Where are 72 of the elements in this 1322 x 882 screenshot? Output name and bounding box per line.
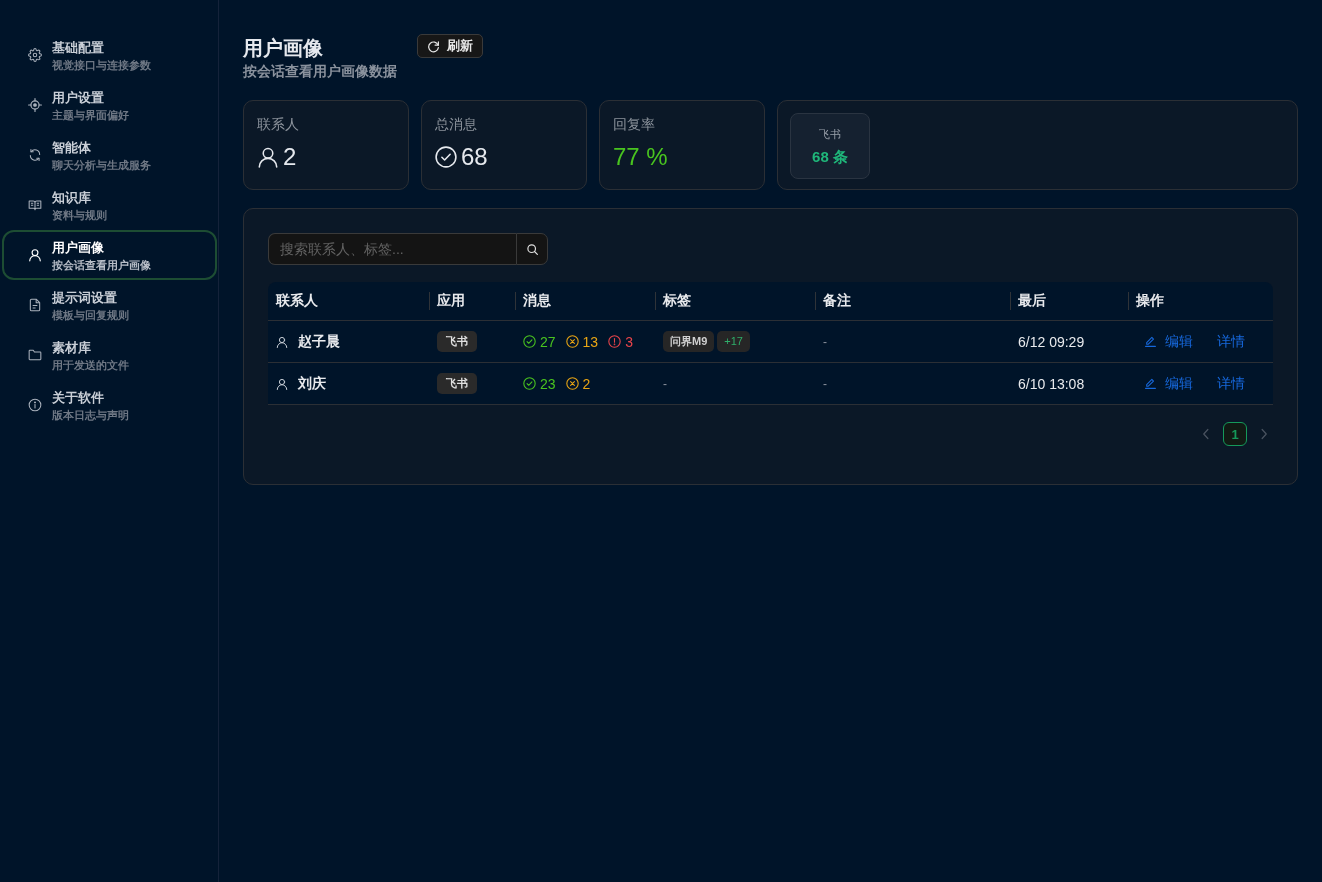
page-title: 用户画像 [243,36,324,61]
sidebar-item[interactable]: 用户画像 按会话查看用户画像 [2,230,217,280]
stat-label: 总消息 [435,115,477,133]
sidebar-item[interactable]: 素材库 用于发送的文件 [2,330,217,380]
note-text: - [823,376,827,391]
person-icon [28,248,42,262]
chevron-left-icon [1202,428,1210,440]
message-count: 3 [625,333,633,350]
refresh-icon [427,39,440,53]
stat-label: 联系人 [257,115,299,133]
column-header: 消息 [523,292,551,310]
chevron-right-icon [1260,428,1268,440]
page-button[interactable]: 1 [1223,422,1247,446]
last-time: 6/12 09:29 [1018,333,1085,350]
contact-name: 刘庆 [298,374,326,393]
search-icon [525,242,539,256]
gear-icon [28,48,42,62]
stat-label: 回复率 [613,115,655,133]
column-header: 标签 [663,292,691,310]
page-subtitle: 按会话查看用户画像数据 [243,62,397,80]
check-circle-icon [523,335,536,348]
column-header: 应用 [437,292,465,310]
sidebar-item[interactable]: 用户设置 主题与界面偏好 [2,80,217,130]
search-field[interactable]: 搜索联系人、标签... [268,233,516,265]
details-link[interactable]: 详情 [1217,374,1245,393]
person-icon [276,335,288,348]
crosshair-icon [28,98,42,112]
column-header: 最后 [1018,292,1046,310]
note-text: - [823,334,827,349]
empty-tags-text: - [663,376,667,391]
message-count: 2 [582,375,591,392]
refresh-button[interactable]: 刷新 [417,34,483,58]
x-circle-icon [565,335,579,348]
pencil-icon [1144,335,1157,348]
app-badge: 飞书 [437,373,477,394]
message-count: 27 [540,333,556,350]
message-count: 23 [540,375,556,392]
stat-value: 77 % [613,142,668,172]
person-icon [276,377,288,390]
edit-link[interactable]: 编辑 [1144,374,1193,393]
sync-icon [28,148,42,162]
x-circle-icon [565,377,579,390]
sidebar-item[interactable]: 关于软件 版本日志与声明 [2,380,217,430]
contact-name: 赵子晨 [298,332,340,351]
pencil-icon [1144,377,1157,390]
search-button[interactable] [516,233,548,265]
sidebar-item[interactable]: 提示词设置 模板与回复规则 [2,280,217,330]
stat-value: 2 [283,142,297,172]
app-badge: 飞书 [437,331,477,352]
column-header: 联系人 [276,292,318,310]
last-time: 6/10 13:08 [1018,375,1085,392]
details-link[interactable]: 详情 [1217,332,1245,351]
document-icon [28,298,42,312]
sidebar-item[interactable]: 知识库 资料与规则 [2,180,217,230]
more-tags-chip: +17 [717,331,750,352]
tag-chip: 问界M9 [663,331,715,352]
person-icon [257,146,279,168]
info-icon [28,398,42,412]
book-icon [28,198,42,212]
message-count: 13 [582,333,599,350]
app-count: 68 条 [812,147,848,166]
column-header: 操作 [1136,292,1164,310]
check-circle-icon [523,377,536,390]
sidebar-item[interactable]: 智能体 聊天分析与生成服务 [2,130,217,180]
edit-link[interactable]: 编辑 [1144,332,1193,351]
alert-circle-icon [608,335,622,348]
column-header: 备注 [823,292,851,310]
stat-value: 68 [461,142,488,172]
folder-icon [28,348,42,362]
sidebar-item[interactable]: 基础配置 视觉接口与连接参数 [2,30,217,80]
check-circle-icon [435,146,457,168]
app-name: 飞书 [819,126,841,142]
